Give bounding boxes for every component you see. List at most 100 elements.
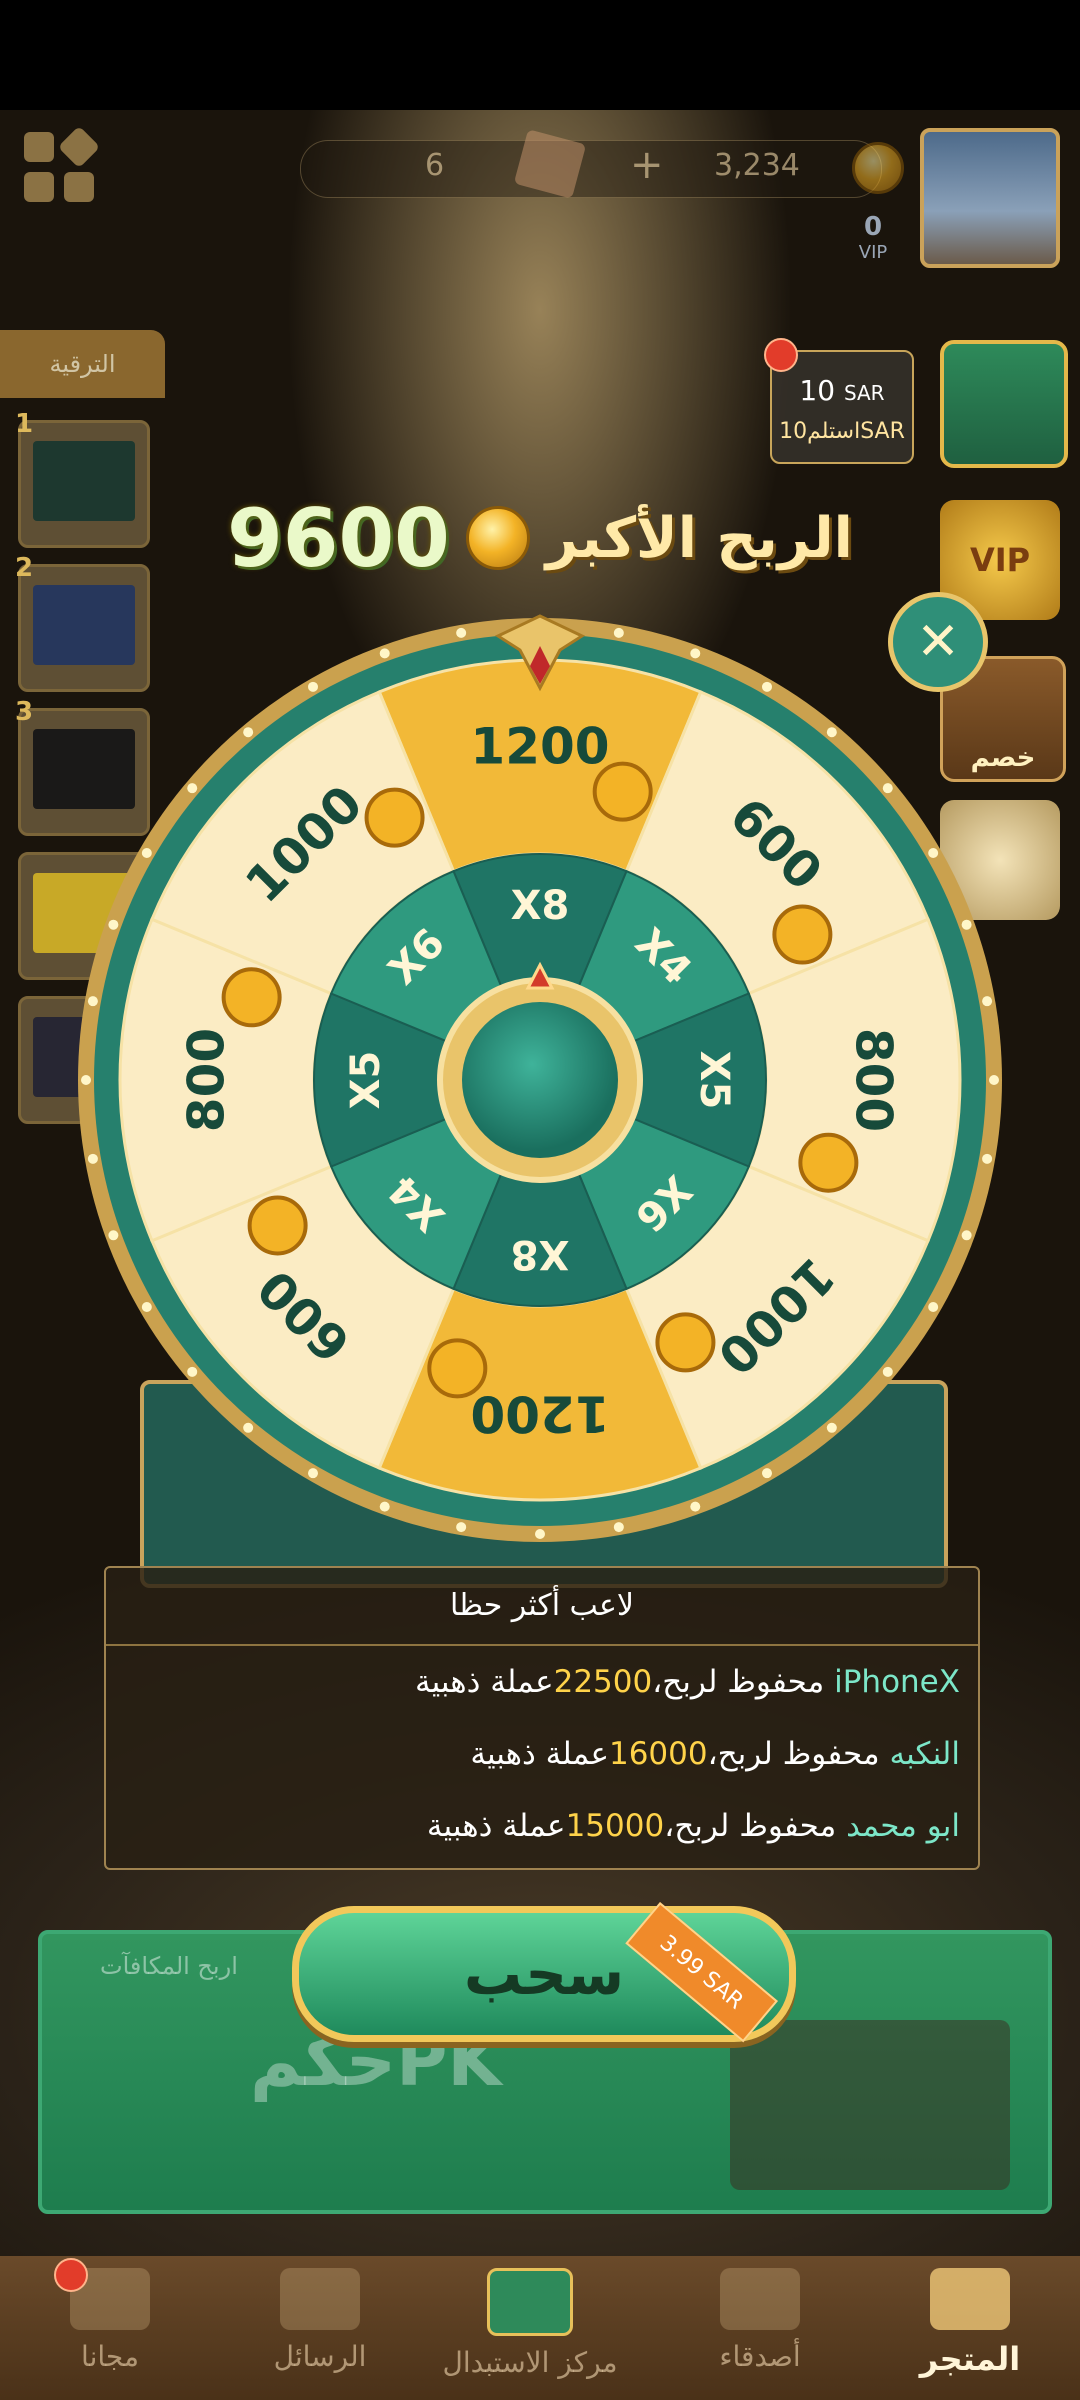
amazon-unit: SAR	[843, 381, 885, 405]
upgrade-tab[interactable]: الترقية	[0, 330, 165, 398]
wheel-prize-value: 1200	[470, 718, 609, 776]
rim-light	[87, 1153, 98, 1164]
gold-coin-icon	[655, 1312, 716, 1373]
status-bar	[0, 0, 1080, 110]
wheel-prize-value: 800	[845, 1028, 903, 1132]
add-gold-button[interactable]: +	[630, 142, 664, 188]
rim-light	[989, 1075, 999, 1085]
rim-light	[690, 1501, 701, 1512]
winner-amount: 15000	[565, 1808, 665, 1844]
rim-light	[87, 996, 98, 1007]
amazon-gift-card[interactable]: 10 SAR استلم10SAR	[764, 338, 914, 464]
rim-light	[243, 1422, 254, 1433]
rim-light	[928, 1302, 939, 1312]
rim-light	[928, 848, 939, 858]
exchange-center-icon	[487, 2268, 573, 2336]
gold-coin-icon	[465, 506, 530, 570]
gold-coin-icon	[427, 1338, 488, 1399]
winner-row: iPhoneX محفوظ لربح،22500عملة ذهبية	[415, 1664, 960, 1700]
wheel-hub[interactable]	[462, 1002, 618, 1158]
rank-badge: 1	[15, 409, 34, 439]
nav-label: مركز الاستبدال	[442, 2346, 618, 2379]
rim-light	[187, 1366, 198, 1377]
rewards-text: اربح المكافآت	[100, 1952, 238, 1980]
rim-light	[882, 1366, 893, 1377]
winner-text: محفوظ لربح،	[707, 1736, 890, 1772]
jackpot-amount: 9600	[227, 491, 450, 585]
rim-light	[308, 1468, 318, 1479]
rim-light	[882, 783, 893, 794]
nav-label: أصدقاء	[719, 2340, 801, 2373]
rim-light	[456, 1522, 467, 1533]
prize-item-laptop[interactable]: 1	[15, 409, 150, 548]
wheel-prize-value: 1200	[470, 1385, 609, 1443]
cards-count: 6	[425, 148, 445, 183]
rim-light	[961, 919, 972, 930]
winner-name: iPhoneX	[834, 1664, 960, 1700]
gift-box-icon[interactable]	[940, 340, 1068, 468]
lucky-players-title: لاعب أكثر حظا	[106, 1568, 978, 1646]
shop-cart-icon	[930, 2268, 1010, 2330]
nav-label: المتجر	[919, 2340, 1021, 2378]
wheel-prize-value: 800	[178, 1028, 236, 1132]
gold-coin-icon	[364, 787, 425, 848]
nav-shop[interactable]: المتجر	[870, 2268, 1070, 2388]
lucky-players-panel: لاعب أكثر حظا iPhoneX محفوظ لربح،22500عم…	[104, 1566, 980, 1870]
winner-text: محفوظ لربح،	[652, 1664, 835, 1700]
rim-light	[982, 996, 993, 1007]
gold-coin-icon	[798, 1132, 859, 1193]
wheel-multiplier: X8	[511, 1231, 570, 1277]
winner-unit: عملة ذهبية	[426, 1808, 566, 1844]
jackpot-banner: 9600 الربح الأكبر	[220, 488, 860, 588]
rim-light	[108, 1230, 119, 1241]
rim-light	[141, 848, 152, 858]
mail-icon	[280, 2268, 360, 2330]
rim-light	[379, 1501, 390, 1512]
winner-name: ابو محمد	[846, 1808, 960, 1844]
receive-label: استلم10SAR	[779, 419, 905, 444]
vip-badge[interactable]: 0 VIP	[842, 212, 904, 264]
prize-wheel[interactable]: 1200600800100012006008001000 X8X4X5X6X8X…	[70, 610, 1010, 1550]
rim-light	[826, 1422, 837, 1433]
gold-coin-icon	[247, 1195, 308, 1256]
rim-light	[690, 648, 701, 659]
winner-unit: عملة ذهبية	[470, 1736, 609, 1772]
avatar[interactable]	[920, 128, 1060, 268]
winner-amount: 22500	[553, 1664, 653, 1700]
close-icon: ✕	[916, 612, 960, 672]
rim-light	[379, 648, 390, 659]
nav-free[interactable]: مجانا	[10, 2258, 210, 2388]
rim-light	[81, 1075, 91, 1085]
gold-coin-icon	[852, 142, 904, 194]
nav-exchange-center[interactable]: مركز الاستبدال	[430, 2268, 630, 2388]
rank-badge: 3	[15, 697, 34, 727]
nav-messages[interactable]: الرسائل	[220, 2268, 420, 2388]
rim-light	[961, 1230, 972, 1241]
winner-row: ابو محمد محفوظ لربح،15000عملة ذهبية	[427, 1808, 960, 1844]
rim-light	[613, 627, 624, 638]
wheel-multiplier: X5	[343, 1051, 389, 1110]
rim-light	[308, 681, 318, 692]
players-illustration	[730, 2020, 1010, 2190]
gold-coin-icon	[772, 904, 833, 965]
wheel-multiplier: X5	[691, 1051, 737, 1110]
draw-label: سحب	[463, 1940, 625, 2008]
winner-name: النكبه	[889, 1736, 960, 1772]
nav-friends[interactable]: أصدقاء	[660, 2268, 860, 2388]
rim-light	[243, 727, 254, 738]
rank-badge: 2	[15, 553, 34, 583]
winner-text: محفوظ لربح،	[664, 1808, 847, 1844]
rim-light	[982, 1153, 993, 1164]
wheel-multiplier: X8	[511, 883, 570, 929]
grid-menu-icon[interactable]	[24, 125, 101, 204]
close-button[interactable]: ✕	[888, 592, 988, 692]
rim-light	[762, 1468, 772, 1479]
rim-light	[108, 919, 119, 930]
nav-label: الرسائل	[273, 2340, 367, 2373]
notification-dot	[54, 2258, 88, 2292]
rim-light	[141, 1302, 152, 1312]
vip-level: 0	[863, 212, 883, 242]
winner-unit: عملة ذهبية	[414, 1664, 554, 1700]
winner-row: النكبه محفوظ لربح،16000عملة ذهبية	[470, 1736, 960, 1772]
gold-count: 3,234	[714, 148, 800, 183]
